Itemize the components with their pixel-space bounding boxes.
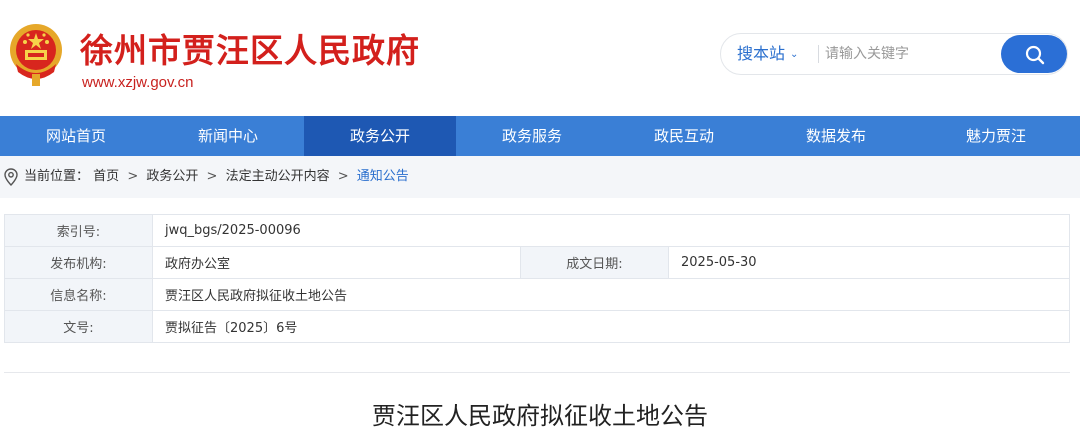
- table-row: 索引号: jwq_bgs/2025-00096: [4, 214, 1070, 247]
- breadcrumb-separator: >: [337, 169, 349, 184]
- divider: [4, 372, 1070, 373]
- breadcrumb-gov-affairs[interactable]: 政务公开: [146, 169, 198, 184]
- document-title: 贾汪区人民政府拟征收土地公告: [372, 402, 708, 430]
- breadcrumb: 当前位置： 首页 > 政务公开 > 法定主动公开内容 > 通知公告: [24, 156, 409, 198]
- breadcrumb-prefix: 当前位置：: [24, 169, 90, 184]
- breadcrumb-bar: 当前位置： 首页 > 政务公开 > 法定主动公开内容 > 通知公告: [0, 156, 1080, 198]
- index-number-value: jwq_bgs/2025-00096: [152, 214, 1070, 247]
- document-number-value: 贾拟征告〔2025〕6号: [152, 310, 1070, 343]
- publisher-label: 发布机构:: [4, 246, 153, 279]
- issue-date-label: 成文日期:: [520, 246, 669, 279]
- search-scope-dropdown[interactable]: 搜本站 ⌄: [737, 34, 798, 74]
- info-name-label: 信息名称:: [4, 278, 153, 311]
- table-row: 文号: 贾拟征告〔2025〕6号: [4, 310, 1070, 343]
- nav-item-gov-services[interactable]: 政务服务: [456, 116, 608, 156]
- breadcrumb-separator: >: [127, 169, 139, 184]
- nav-item-news[interactable]: 新闻中心: [152, 116, 304, 156]
- publisher-value: 政府办公室: [152, 246, 521, 279]
- nav-item-interaction[interactable]: 政民互动: [608, 116, 760, 156]
- search-scope-label: 搜本站: [737, 44, 786, 63]
- search-button[interactable]: [1001, 35, 1067, 73]
- location-pin-icon: [4, 168, 18, 186]
- national-emblem-icon[interactable]: [6, 20, 66, 88]
- document-number-label: 文号:: [4, 310, 153, 343]
- breadcrumb-notices[interactable]: 通知公告: [357, 169, 409, 184]
- site-url[interactable]: www.xzjw.gov.cn: [82, 74, 193, 91]
- site-title[interactable]: 徐州市贾汪区人民政府: [80, 24, 420, 72]
- document-info-table: 索引号: jwq_bgs/2025-00096 发布机构: 政府办公室 成文日期…: [4, 214, 1070, 343]
- table-row: 发布机构: 政府办公室 成文日期: 2025-05-30: [4, 246, 1070, 279]
- main-nav: 网站首页 新闻中心 政务公开 政务服务 政民互动 数据发布 魅力贾汪: [0, 116, 1080, 156]
- nav-item-home[interactable]: 网站首页: [0, 116, 152, 156]
- nav-item-data-release[interactable]: 数据发布: [760, 116, 912, 156]
- search-box: 搜本站 ⌄: [720, 33, 1068, 75]
- nav-item-charm-jiawang[interactable]: 魅力贾汪: [912, 116, 1080, 156]
- breadcrumb-statutory-content[interactable]: 法定主动公开内容: [226, 169, 330, 184]
- info-name-value: 贾汪区人民政府拟征收土地公告: [152, 278, 1070, 311]
- nav-item-gov-affairs-public[interactable]: 政务公开: [304, 116, 456, 156]
- index-number-label: 索引号:: [4, 214, 153, 247]
- search-icon: [1025, 45, 1045, 65]
- breadcrumb-separator: >: [206, 169, 218, 184]
- issue-date-value: 2025-05-30: [668, 246, 1070, 279]
- search-input[interactable]: [825, 39, 995, 69]
- search-divider: [818, 45, 819, 63]
- chevron-down-icon: ⌄: [790, 49, 799, 60]
- breadcrumb-home[interactable]: 首页: [93, 169, 119, 184]
- table-row: 信息名称: 贾汪区人民政府拟征收土地公告: [4, 278, 1070, 311]
- site-header: 徐州市贾汪区人民政府 www.xzjw.gov.cn 搜本站 ⌄: [0, 0, 1080, 116]
